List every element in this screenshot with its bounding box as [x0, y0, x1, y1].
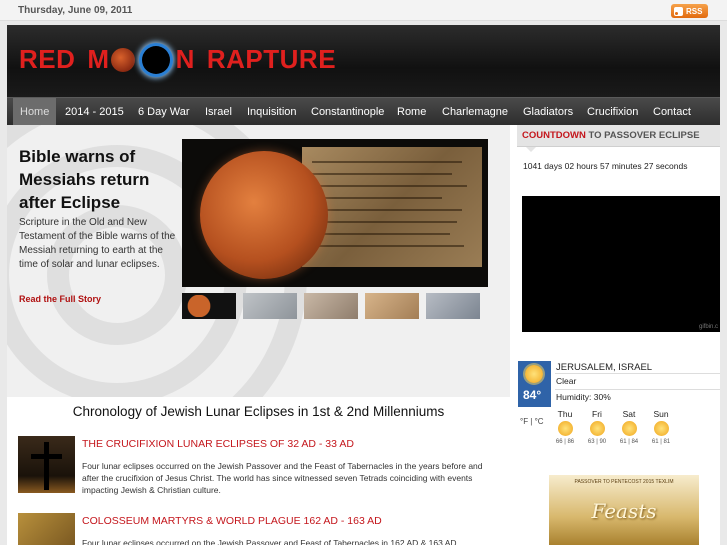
- logo-letter-m: M: [87, 44, 110, 74]
- forecast-day-name: Thu: [557, 409, 573, 419]
- logo-letter-n: N: [175, 44, 195, 74]
- forecast-temps: 63 | 90: [587, 439, 607, 445]
- nav-crucifixion[interactable]: Crucifixion: [587, 98, 638, 126]
- sun-icon: [589, 421, 605, 436]
- site-header: RED M N RAPTURE: [7, 25, 720, 97]
- forecast-day: Sat 61 | 84: [616, 409, 642, 445]
- rss-icon: [674, 6, 683, 16]
- feature-title[interactable]: Bible warns of Messiahs return after Ecl…: [19, 145, 179, 214]
- slide-thumbnail-2[interactable]: [243, 293, 297, 319]
- logo-word-red: RED: [19, 44, 76, 74]
- nav-inquisition[interactable]: Inquisition: [247, 98, 297, 126]
- video-player[interactable]: gifbin.c: [522, 196, 720, 332]
- forecast-temps: 66 | 86: [555, 439, 575, 445]
- page-container: RED M N RAPTURE Home 2014 - 2015 6 Day W…: [7, 25, 720, 545]
- nav-rome[interactable]: Rome: [397, 98, 426, 126]
- colosseum-thumbnail[interactable]: [18, 513, 75, 545]
- feature-image[interactable]: [182, 139, 488, 287]
- slide-thumbnail-1[interactable]: [182, 293, 236, 319]
- sun-icon: [621, 421, 637, 436]
- eclipse-icon: [141, 45, 170, 74]
- top-bar: Thursday, June 09, 2011 RSS: [0, 0, 727, 21]
- featured-story: Bible warns of Messiahs return after Ecl…: [7, 125, 510, 397]
- dead-sea-scroll-image: [302, 147, 482, 267]
- slide-thumbnail-3[interactable]: [304, 293, 358, 319]
- forecast-temps: 61 | 84: [619, 439, 639, 445]
- nav-charlemagne[interactable]: Charlemagne: [442, 98, 508, 126]
- temperature-unit-toggle[interactable]: °F | °C: [520, 417, 544, 426]
- forecast-temps: 61 | 81: [651, 439, 671, 445]
- article-text: Four lunar eclipses occurred on the Jewi…: [82, 538, 457, 545]
- sun-icon: [653, 421, 669, 436]
- blood-moon-image: [200, 151, 328, 279]
- sun-icon: [525, 365, 543, 383]
- blood-moon-icon: [110, 47, 135, 72]
- current-date: Thursday, June 09, 2011: [18, 5, 133, 16]
- sidebar: COUNTDOWN TO PASSOVER ECLIPSE 1041 days …: [512, 125, 720, 545]
- current-temperature: 84°: [523, 388, 542, 402]
- nav-israel[interactable]: Israel: [205, 98, 232, 126]
- countdown-heading-red: COUNTDOWN: [522, 130, 586, 141]
- chronology-section: Chronology of Jewish Lunar Eclipses in 1…: [7, 397, 510, 545]
- chronology-heading: Chronology of Jewish Lunar Eclipses in 1…: [72, 404, 445, 419]
- sun-icon: [557, 421, 573, 436]
- nav-2014-2015[interactable]: 2014 - 2015: [65, 98, 124, 126]
- countdown-heading: COUNTDOWN TO PASSOVER ECLIPSE: [517, 125, 720, 147]
- nav-contact[interactable]: Contact: [653, 98, 691, 126]
- heading-arrow: [526, 147, 536, 152]
- rss-label: RSS: [686, 6, 703, 16]
- weather-city: JERUSALEM, ISRAEL: [556, 362, 653, 373]
- forecast-day: Thu 66 | 86: [552, 409, 578, 445]
- nav-home[interactable]: Home: [13, 98, 57, 126]
- forecast-day-name: Sat: [622, 409, 636, 419]
- forecast-day: Sun 61 | 81: [648, 409, 674, 445]
- nav-gladiators[interactable]: Gladiators: [523, 98, 573, 126]
- logo-word-rapture: RAPTURE: [206, 44, 337, 74]
- article-text: Four lunar eclipses occurred on the Jewi…: [82, 461, 483, 495]
- countdown-heading-rest: TO PASSOVER ECLIPSE: [585, 130, 700, 141]
- nav-6-day-war[interactable]: 6 Day War: [138, 98, 190, 126]
- weather-humidity: Humidity: 30%: [556, 392, 611, 402]
- current-weather-box: 84°: [518, 361, 551, 407]
- forecast-day-name: Sun: [653, 409, 669, 419]
- weather-condition: Clear: [556, 376, 577, 386]
- poster-top-text: PASSOVER TO PENTECOST 2015 TEXLIM: [574, 479, 674, 485]
- read-full-story-link[interactable]: Read the Full Story: [19, 294, 101, 304]
- nav-constantinople[interactable]: Constantinople: [311, 98, 384, 126]
- feature-description: Scripture in the Old and New Testament o…: [19, 217, 176, 270]
- video-watermark: gifbin.c: [698, 324, 718, 330]
- slide-thumbnail-5[interactable]: [426, 293, 480, 319]
- article-title[interactable]: THE CRUCIFIXION LUNAR ECLIPSES OF 32 AD …: [82, 438, 354, 450]
- article-title[interactable]: COLOSSEUM MARTYRS & WORLD PLAGUE 162 AD …: [82, 515, 382, 527]
- weather-widget: 84° JERUSALEM, ISRAEL Clear Humidity: 30…: [518, 361, 720, 461]
- main-nav: Home 2014 - 2015 6 Day War Israel Inquis…: [7, 97, 720, 126]
- forecast-day: Fri 63 | 90: [584, 409, 610, 445]
- poster-title: Feasts: [591, 499, 657, 523]
- crucifixion-thumbnail[interactable]: [18, 436, 75, 493]
- feasts-poster[interactable]: PASSOVER TO PENTECOST 2015 TEXLIM Feasts: [549, 475, 699, 545]
- slide-thumbnail-4[interactable]: [365, 293, 419, 319]
- rss-button[interactable]: RSS: [671, 4, 708, 18]
- site-logo[interactable]: RED M N RAPTURE: [19, 44, 336, 75]
- forecast-day-name: Fri: [592, 409, 602, 419]
- countdown-timer: 1041 days 02 hours 57 minutes 27 seconds: [523, 161, 688, 171]
